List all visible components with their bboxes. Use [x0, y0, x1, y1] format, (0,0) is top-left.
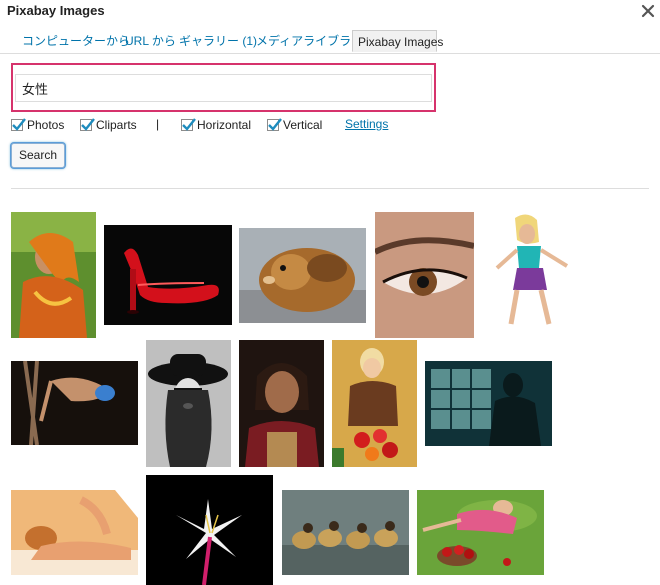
photos-checkbox[interactable]: [11, 118, 26, 131]
result-thumb-elderly-woman-portrait[interactable]: [239, 340, 324, 467]
photos-option[interactable]: Photos: [11, 116, 64, 134]
result-thumb-blonde-woman-kneeling[interactable]: [487, 212, 573, 338]
result-thumb-guinea-pig[interactable]: [239, 228, 366, 323]
vertical-label: Vertical: [283, 118, 323, 132]
result-thumb-woman-in-black-hat[interactable]: [146, 340, 231, 467]
search-button[interactable]: Search: [11, 143, 65, 168]
result-thumb-silhouette-by-window[interactable]: [425, 361, 552, 446]
cliparts-label: Cliparts: [96, 118, 137, 132]
result-thumb-white-lily[interactable]: [146, 475, 273, 585]
photos-label: Photos: [27, 118, 65, 132]
dialog-title: Pixabay Images: [7, 3, 105, 18]
title-bar: Pixabay Images: [0, 0, 660, 25]
horizontal-label: Horizontal: [197, 118, 252, 132]
vertical-checkbox[interactable]: [267, 118, 282, 131]
tab-from-url[interactable]: URL から: [125, 30, 176, 52]
horizontal-checkbox[interactable]: [181, 118, 196, 131]
cliparts-option[interactable]: Cliparts: [80, 116, 137, 134]
result-thumb-woman-in-orange-scarf[interactable]: [11, 212, 96, 338]
search-input[interactable]: [15, 74, 432, 102]
tab-gallery[interactable]: ギャラリー (1): [179, 30, 257, 52]
tab-from-computer[interactable]: コンピューターから: [22, 30, 130, 52]
settings-link[interactable]: Settings: [345, 117, 388, 131]
options-separator: |: [156, 117, 160, 131]
result-thumb-woman-with-flowers[interactable]: [332, 340, 417, 467]
result-thumb-aerial-silk-dancer[interactable]: [11, 361, 138, 445]
divider: [11, 188, 649, 189]
result-thumb-massage[interactable]: [11, 490, 138, 575]
result-thumb-eye-closeup[interactable]: [375, 212, 474, 338]
result-thumb-woman-lying-in-grass-with-apples[interactable]: [417, 490, 544, 575]
vertical-option[interactable]: Vertical: [267, 116, 322, 134]
tab-pixabay-images[interactable]: Pixabay Images: [352, 30, 443, 52]
result-thumb-red-high-heel-shoe[interactable]: [104, 225, 232, 325]
horizontal-option[interactable]: Horizontal: [181, 116, 251, 134]
close-icon[interactable]: [640, 3, 656, 19]
tab-bar: コンピューターから URL から ギャラリー (1) メディアライブラリ Pix…: [0, 25, 660, 54]
result-thumb-ducks[interactable]: [282, 490, 409, 575]
cliparts-checkbox[interactable]: [80, 118, 95, 131]
tab-media-library[interactable]: メディアライブラリ: [256, 30, 363, 52]
